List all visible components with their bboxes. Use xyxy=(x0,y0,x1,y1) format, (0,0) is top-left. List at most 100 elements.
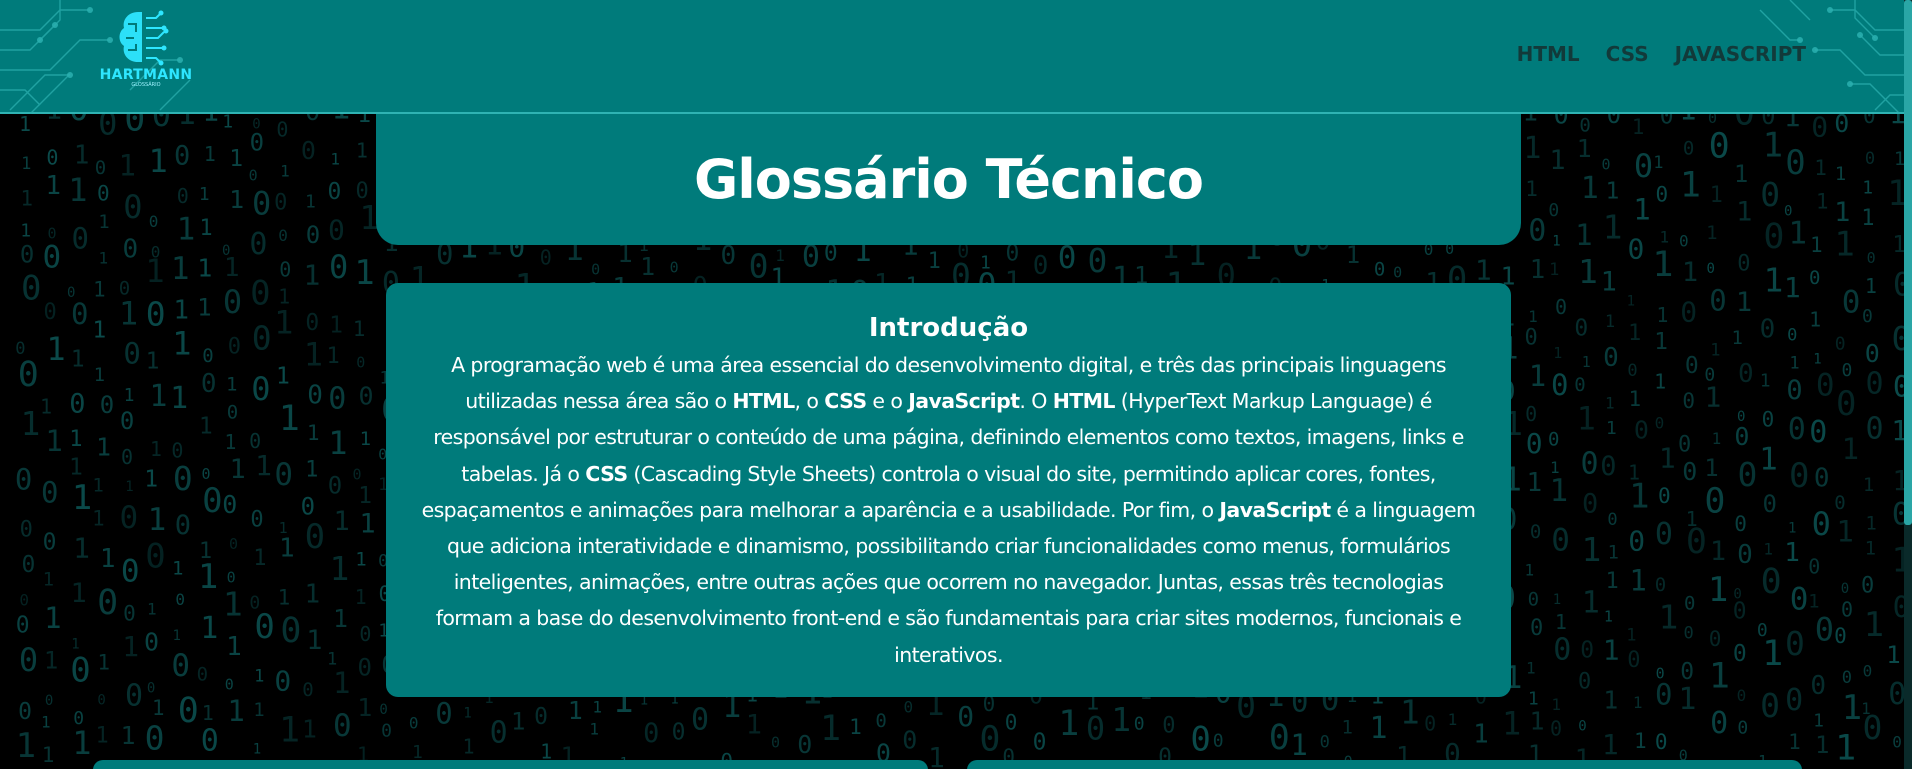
binary-digit: 0 xyxy=(306,221,320,249)
binary-digit: 0 xyxy=(359,382,374,411)
binary-digit: 0 xyxy=(120,407,134,435)
binary-digit: 1 xyxy=(1816,189,1829,213)
binary-digit: 0 xyxy=(43,530,57,556)
binary-digit: 0 xyxy=(1785,143,1805,183)
binary-digit: 1 xyxy=(849,715,862,739)
binary-digit: 1 xyxy=(1864,605,1884,645)
binary-digit: 0 xyxy=(1525,325,1538,350)
binary-digit: 1 xyxy=(568,696,583,725)
intro-heading: Introdução xyxy=(868,313,1029,343)
binary-digit: 1 xyxy=(253,699,264,721)
binary-digit: 0 xyxy=(1737,540,1753,570)
binary-digit: 1 xyxy=(1523,131,1541,166)
binary-digit: 1 xyxy=(72,478,92,518)
binary-digit: 0 xyxy=(1655,414,1665,433)
binary-digit: 0 xyxy=(177,184,189,208)
binary-digit: 1 xyxy=(1629,477,1649,517)
nav-link-css[interactable]: CSS xyxy=(1606,42,1649,66)
binary-digit: 0 xyxy=(771,733,780,751)
binary-digit: 1 xyxy=(1815,731,1829,759)
binary-digit: 0 xyxy=(173,459,193,498)
binary-digit: 0 xyxy=(1737,717,1748,738)
binary-digit: 1 xyxy=(1605,393,1615,412)
binary-digit: 0 xyxy=(1788,412,1806,447)
binary-digit: 1 xyxy=(46,330,65,368)
binary-digit: 0 xyxy=(1578,718,1586,734)
binary-digit: 1 xyxy=(1555,610,1567,634)
binary-digit: 1 xyxy=(1759,442,1778,478)
binary-digit: 1 xyxy=(1886,641,1900,669)
binary-digit: 0 xyxy=(1530,521,1541,543)
binary-digit: 1 xyxy=(305,579,321,609)
binary-digit: 1 xyxy=(640,252,655,281)
scrollbar-thumb[interactable] xyxy=(1904,0,1912,525)
binary-digit: 1 xyxy=(1704,454,1718,482)
binary-digit: 0 xyxy=(22,552,36,578)
binary-digit: 1 xyxy=(1710,340,1720,360)
binary-digit: 0 xyxy=(21,268,41,308)
nav-link-html[interactable]: HTML xyxy=(1517,42,1580,66)
binary-digit: 1 xyxy=(125,479,133,495)
binary-digit: 1 xyxy=(302,714,317,743)
binary-digit: 1 xyxy=(150,437,162,461)
binary-digit: 0 xyxy=(1553,633,1571,668)
binary-digit: 0 xyxy=(20,518,33,543)
binary-digit: 0 xyxy=(250,508,263,533)
binary-digit: 0 xyxy=(1709,126,1730,166)
binary-digit: 0 xyxy=(670,258,679,276)
scrollbar[interactable] xyxy=(1904,0,1912,769)
binary-digit: 0 xyxy=(1627,648,1640,673)
binary-digit: 1 xyxy=(146,349,160,375)
binary-digit: 1 xyxy=(44,647,58,675)
intro-keyword: CSS xyxy=(824,389,867,414)
binary-digit: 0 xyxy=(1607,510,1617,530)
binary-digit: 0 xyxy=(1678,432,1691,457)
binary-digit: 0 xyxy=(1134,714,1145,735)
binary-digit: 1 xyxy=(353,317,366,341)
binary-digit: 1 xyxy=(1763,540,1773,559)
intro-paragraph: A programação web é uma área essencial d… xyxy=(416,347,1481,673)
binary-digit: 0 xyxy=(1733,599,1747,625)
binary-digit: 0 xyxy=(1374,258,1385,280)
binary-digit: 1 xyxy=(204,142,216,166)
intro-text-segment: é a linguagem que adiciona interatividad… xyxy=(435,497,1476,667)
binary-digit: 0 xyxy=(175,590,185,609)
binary-digit: 0 xyxy=(1842,360,1853,381)
binary-digit: 0 xyxy=(251,370,270,408)
binary-digit: 0 xyxy=(278,226,288,245)
binary-digit: 0 xyxy=(18,355,39,395)
binary-digit: 1 xyxy=(1577,399,1596,437)
nav-link-javascript[interactable]: JAVASCRIPT xyxy=(1675,42,1806,66)
binary-digit: 1 xyxy=(73,531,90,564)
binary-digit: 1 xyxy=(1708,570,1728,610)
binary-digit: 0 xyxy=(1655,574,1666,596)
binary-digit: 1 xyxy=(1763,126,1783,166)
binary-digit: 0 xyxy=(202,481,222,521)
site-logo[interactable]: HARTMANN GLOSSÁRIO xyxy=(96,8,196,98)
binary-digit: 0 xyxy=(490,715,508,750)
binary-digit: 1 xyxy=(92,317,106,343)
binary-digit: 0 xyxy=(69,388,85,419)
binary-digit: 1 xyxy=(1530,706,1545,735)
binary-digit: 1 xyxy=(255,449,272,482)
binary-digit: 0 xyxy=(591,261,600,279)
binary-digit: 1 xyxy=(96,433,111,462)
binary-digit: 1 xyxy=(1605,569,1618,594)
binary-digit: 0 xyxy=(1682,457,1697,486)
binary-digit: 1 xyxy=(199,414,213,440)
binary-digit: 0 xyxy=(149,212,159,231)
binary-digit: 0 xyxy=(174,140,190,171)
binary-digit: 0 xyxy=(1809,267,1820,289)
binary-digit: 1 xyxy=(98,211,109,233)
binary-digit: 0 xyxy=(1581,446,1599,481)
binary-digit: 1 xyxy=(276,363,290,389)
binary-digit: 0 xyxy=(1842,284,1861,320)
binary-digit: 0 xyxy=(1761,562,1782,602)
binary-digit: 1 xyxy=(20,187,33,211)
binary-digit: 0 xyxy=(250,128,264,156)
binary-digit: 1 xyxy=(72,724,91,762)
binary-digit: 1 xyxy=(1865,274,1877,298)
binary-digit: 1 xyxy=(1808,591,1819,613)
binary-digit: 0 xyxy=(979,720,1000,760)
binary-digit: 1 xyxy=(199,184,210,205)
